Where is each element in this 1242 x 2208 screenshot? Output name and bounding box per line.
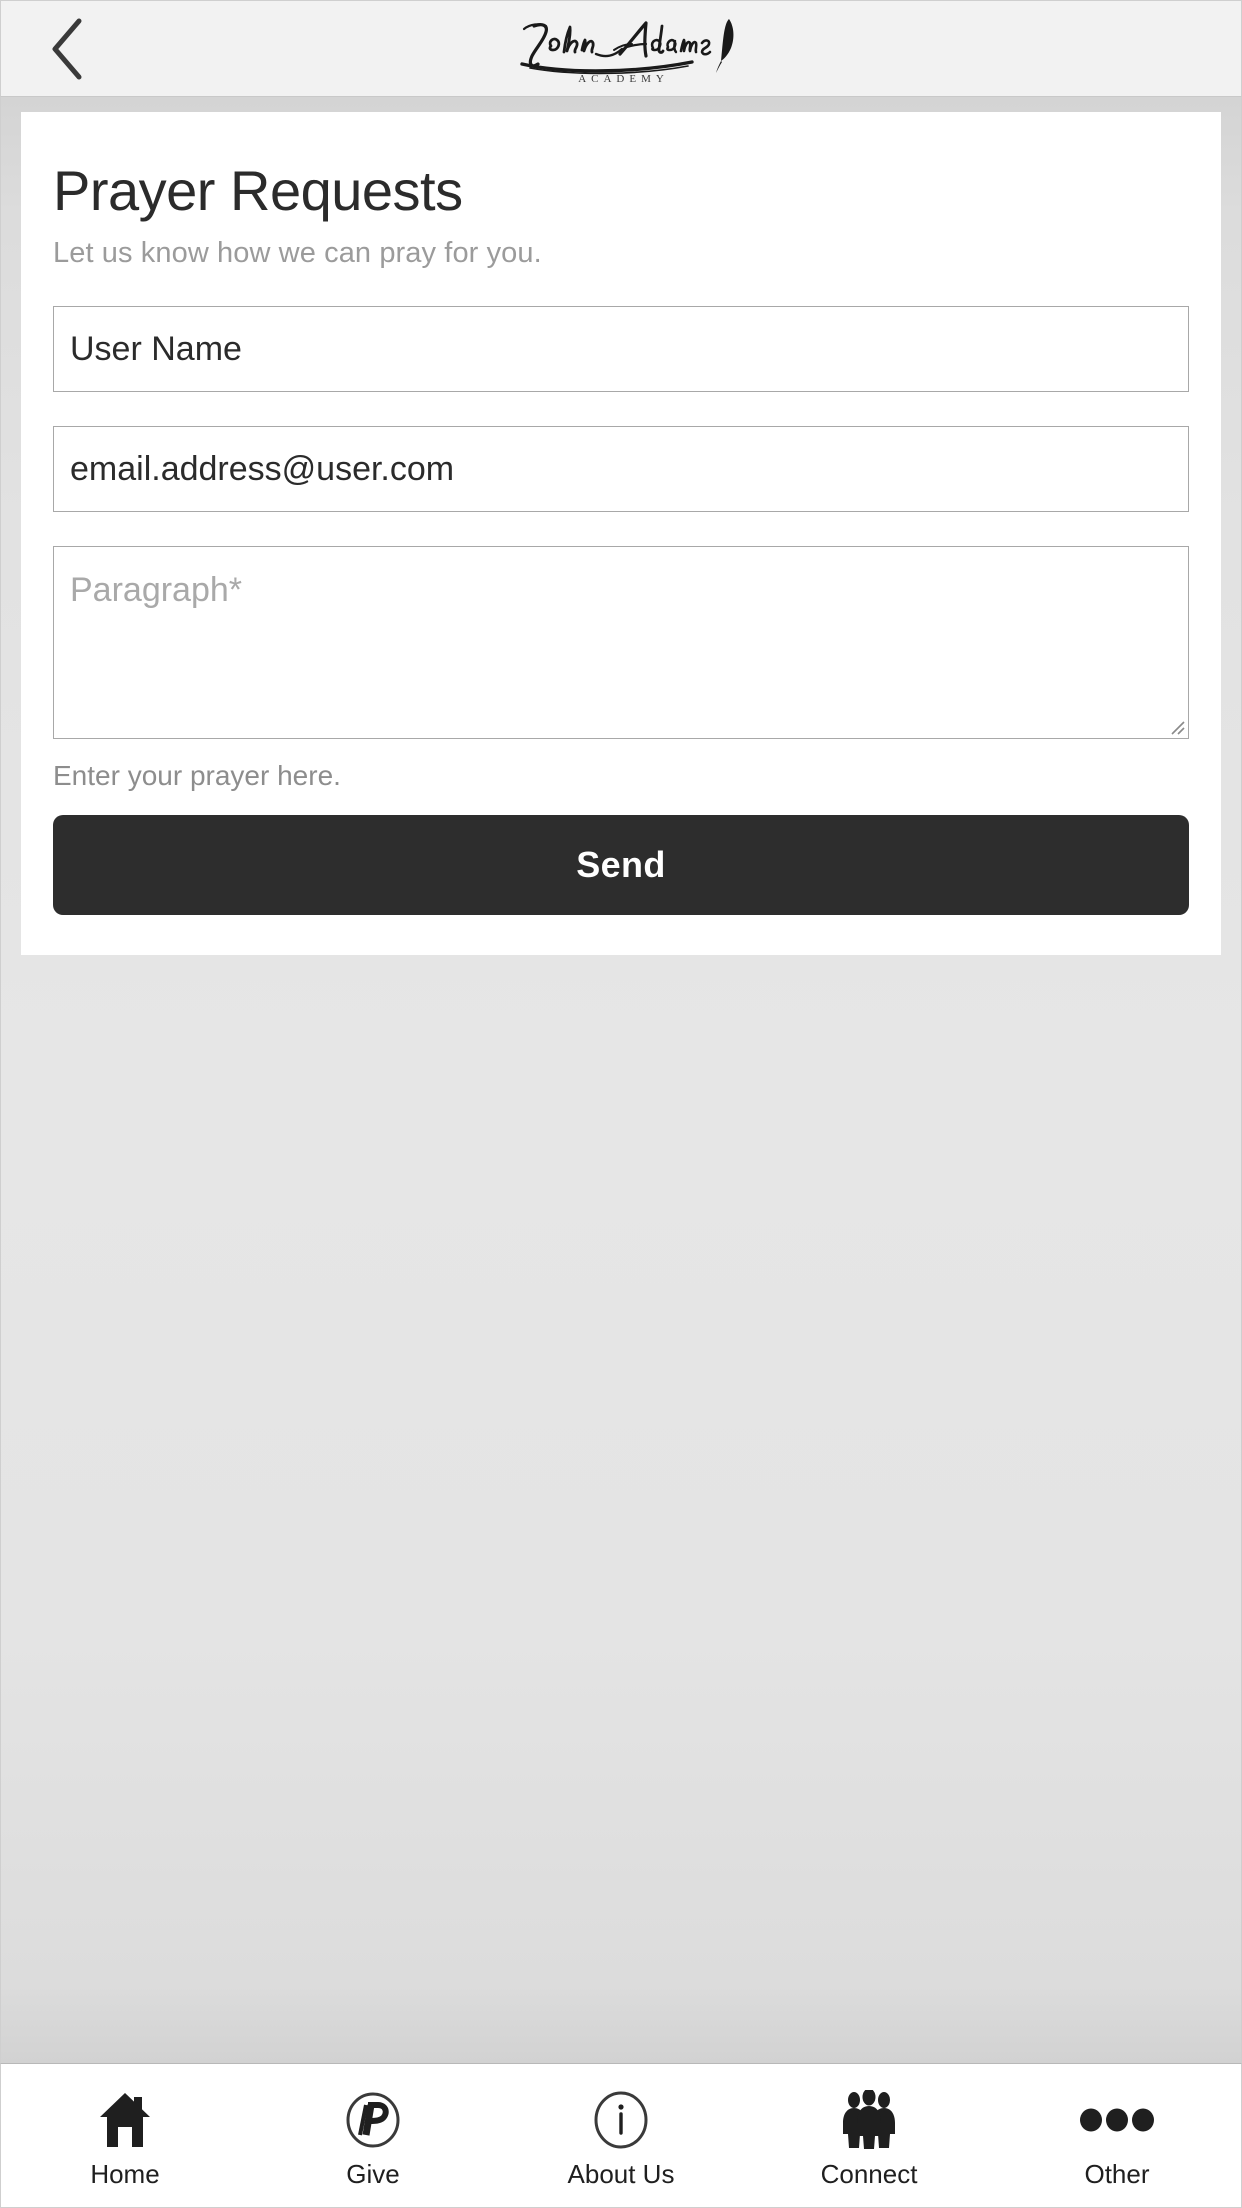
bottom-tab-bar: Home Give About Us Connect Other bbox=[0, 2063, 1242, 2208]
back-button[interactable] bbox=[31, 13, 103, 85]
name-field-group bbox=[53, 306, 1189, 393]
info-circle-icon bbox=[592, 2089, 650, 2151]
tab-label-connect: Connect bbox=[820, 2158, 918, 2189]
page-subtitle: Let us know how we can pray for you. bbox=[53, 236, 542, 269]
top-navigation-bar: ACADEMY bbox=[0, 0, 1242, 97]
prayer-helper-text: Enter your prayer here. bbox=[53, 760, 341, 792]
message-field-group bbox=[53, 546, 1189, 740]
tab-label-other: Other bbox=[1084, 2158, 1150, 2189]
tab-connect[interactable]: Connect bbox=[745, 2064, 993, 2207]
page-title: Prayer Requests bbox=[53, 159, 463, 222]
tab-label-about-us: About Us bbox=[567, 2158, 675, 2189]
prayer-request-card: Prayer Requests Let us know how we can p… bbox=[21, 112, 1221, 955]
tab-about-us[interactable]: About Us bbox=[497, 2064, 745, 2207]
tab-give[interactable]: Give bbox=[249, 2064, 497, 2207]
brand-logo: ACADEMY bbox=[491, 8, 751, 94]
people-icon bbox=[838, 2089, 900, 2151]
ellipsis-icon bbox=[1079, 2089, 1155, 2151]
app-screen: ACADEMY Prayer Requests Let us know how … bbox=[0, 0, 1242, 2208]
send-button[interactable]: Send bbox=[53, 815, 1189, 915]
chevron-left-icon bbox=[48, 17, 86, 81]
page-content: Prayer Requests Let us know how we can p… bbox=[0, 97, 1242, 2063]
tab-home[interactable]: Home bbox=[1, 2064, 249, 2207]
prayer-message-textarea[interactable] bbox=[53, 546, 1189, 740]
tab-label-give: Give bbox=[346, 2158, 400, 2189]
house-icon bbox=[94, 2089, 156, 2151]
email-input[interactable] bbox=[53, 426, 1189, 513]
email-field-group bbox=[53, 426, 1189, 513]
name-input[interactable] bbox=[53, 306, 1189, 393]
tab-other[interactable]: Other bbox=[993, 2064, 1241, 2207]
tab-label-home: Home bbox=[90, 2158, 160, 2189]
circled-p-icon bbox=[344, 2089, 402, 2151]
john-adams-signature-icon bbox=[496, 16, 746, 78]
